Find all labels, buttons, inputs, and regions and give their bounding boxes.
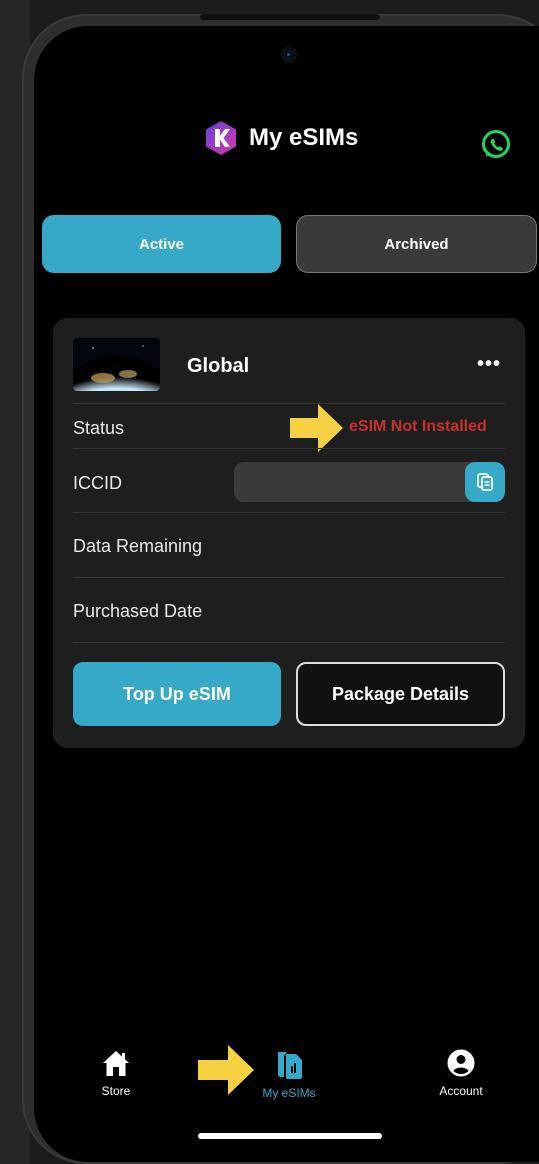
data-remaining-label: Data Remaining	[73, 536, 203, 556]
sim-card-icon	[278, 1052, 302, 1079]
nav-store[interactable]: Store	[66, 1048, 166, 1098]
home-icon	[103, 1051, 129, 1076]
divider	[73, 577, 505, 578]
iccid-label: ICCID	[73, 473, 122, 493]
tab-active[interactable]: Active	[42, 215, 281, 273]
pointer-arrow-icon	[290, 404, 343, 452]
status-label: Status	[73, 418, 125, 438]
nav-store-label: Store	[101, 1084, 131, 1098]
status-value: eSIM Not Installed	[349, 418, 487, 435]
nav-my-esims[interactable]: My eSIMs	[239, 1048, 339, 1100]
k-logo-icon	[203, 120, 239, 156]
package-details-button[interactable]: Package Details	[296, 662, 505, 726]
copy-icon	[477, 473, 493, 491]
copy-iccid-button[interactable]	[465, 462, 505, 502]
divider	[73, 512, 505, 513]
globe-image	[73, 338, 160, 391]
package-name: Global	[187, 355, 250, 377]
divider	[73, 642, 505, 643]
phone-top-edge	[200, 14, 380, 20]
divider	[73, 448, 505, 449]
top-up-esim-button[interactable]: Top Up eSIM	[73, 662, 281, 726]
nav-account[interactable]: Account	[411, 1048, 511, 1098]
whatsapp-icon[interactable]	[479, 128, 513, 162]
app-header: My eSIMs	[203, 120, 358, 156]
home-indicator[interactable]	[198, 1133, 382, 1139]
esim-card: Global ••• Status eSIM Not Installed ICC…	[53, 318, 525, 748]
tab-archived[interactable]: Archived	[296, 215, 537, 273]
front-camera	[283, 49, 295, 61]
account-icon	[447, 1049, 475, 1077]
purchased-date-label: Purchased Date	[73, 601, 203, 621]
nav-account-label: Account	[439, 1084, 483, 1098]
page-title: My eSIMs	[249, 124, 359, 151]
more-options-icon[interactable]: •••	[477, 354, 501, 374]
nav-my-esims-label: My eSIMs	[262, 1086, 316, 1100]
divider	[73, 403, 505, 404]
